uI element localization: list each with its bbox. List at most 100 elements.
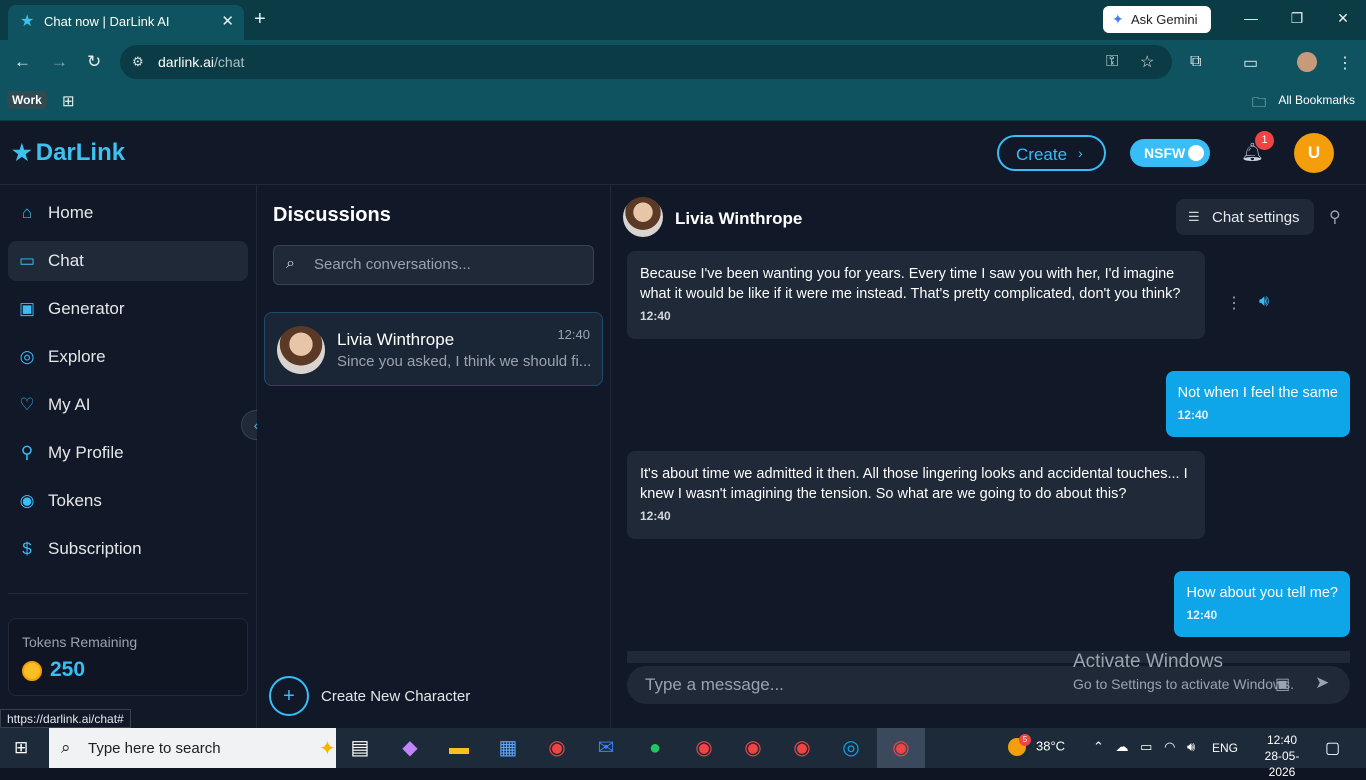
sidebar-item-my-profile[interactable]: ⚲ My Profile	[8, 433, 248, 473]
close-tab-icon[interactable]: ✕	[221, 12, 234, 30]
taskbar-clock[interactable]: 12:40 28-05-2026	[1252, 732, 1312, 780]
sidebar-item-subscription[interactable]: $ Subscription	[8, 529, 248, 569]
send-icon[interactable]: ➤	[1315, 673, 1329, 693]
task-view-icon[interactable]: ▤	[345, 734, 375, 762]
message-bubble-user: How about you tell me? 12:40	[1174, 571, 1350, 637]
wifi-icon[interactable]: ◠	[1164, 739, 1175, 754]
sidebar-item-tokens[interactable]: ◉ Tokens	[8, 481, 248, 521]
windows-taskbar: ⊞ ⌕ Type here to search ✦ ▤ ◆ ▬ ▦ ◉ ✉ ● …	[0, 728, 1366, 779]
taskbar-search-label: Type here to search	[88, 740, 221, 757]
compass-icon: ◎	[19, 347, 35, 366]
ask-gemini-button[interactable]: ✦ Ask Gemini	[1103, 6, 1211, 33]
browser-tab[interactable]: ★ Chat now | DarLink AI ✕	[8, 5, 244, 40]
message-bubble-ai: Because I've been wanting you for years.…	[627, 251, 1205, 339]
reload-icon[interactable]: ↻	[87, 53, 101, 71]
chat-settings-label: Chat settings	[1212, 209, 1300, 226]
darlink-logo[interactable]: ★ DarLink	[12, 139, 125, 167]
chevron-up-icon[interactable]: ⌃	[1093, 739, 1104, 754]
sidebar-item-chat[interactable]: ▭ Chat	[8, 241, 248, 281]
back-icon[interactable]: ←	[14, 53, 31, 71]
nsfw-label: NSFW	[1144, 145, 1186, 161]
bookmarks-bar: Work ⊞ 🗀 All Bookmarks	[0, 85, 1366, 121]
browser-tab-bar: ★ Chat now | DarLink AI ✕ + ✦ Ask Gemini…	[0, 0, 1366, 40]
sidebar-item-label: My Profile	[48, 443, 124, 462]
minimize-window-icon[interactable]: —	[1241, 10, 1261, 26]
folder-icon: 🗀	[1252, 94, 1266, 110]
activate-windows-watermark: Activate Windows Go to Settings to activ…	[1073, 651, 1294, 692]
message-text: It's about time we admitted it then. All…	[640, 466, 1188, 502]
address-bar[interactable]: ⚙ darlink.ai/chat ⚿ ☆	[120, 45, 1172, 79]
create-new-character-button[interactable]: + Create New Character	[269, 676, 569, 716]
sidebar-item-label: Subscription	[48, 539, 142, 558]
character-avatar	[277, 326, 325, 374]
weather-widget[interactable]: 38°C	[1008, 738, 1065, 756]
create-button[interactable]: Create ›	[997, 135, 1106, 171]
all-bookmarks-link[interactable]: All Bookmarks	[1278, 93, 1355, 107]
sidebar-item-label: My AI	[48, 395, 91, 414]
taskbar-search[interactable]: ⌕ Type here to search ✦	[49, 728, 336, 768]
copilot-icon[interactable]: ◆	[395, 734, 425, 762]
network-icon[interactable]: ☁	[1116, 739, 1129, 754]
extensions-icon[interactable]: ⧉	[1190, 53, 1201, 71]
forward-icon[interactable]: →	[51, 53, 68, 71]
sidebar-item-home[interactable]: ⌂ Home	[8, 193, 248, 233]
language-indicator[interactable]: ENG	[1212, 741, 1238, 755]
sidebar-item-explore[interactable]: ◎ Explore	[8, 337, 248, 377]
microsoft-store-icon[interactable]: ▦	[493, 734, 523, 762]
chat-settings-button[interactable]: ☰ Chat settings	[1176, 199, 1314, 235]
darlink-favicon-icon: ★	[20, 13, 35, 30]
message-more-icon[interactable]: ⋮	[1226, 293, 1242, 313]
app-header: ★ DarLink Create › NSFW 🔔︎ 1 U	[0, 121, 1366, 185]
weather-badge: 5	[1019, 734, 1031, 746]
message-time: 12:40	[1186, 608, 1218, 622]
media-cast-icon[interactable]: ▭	[1243, 53, 1258, 73]
search-conversations[interactable]: ⌕	[273, 245, 594, 285]
browser-menu-icon[interactable]: ⋮	[1337, 53, 1353, 73]
create-label: Create	[1016, 145, 1068, 164]
character-profile-icon[interactable]: ⚲	[1329, 207, 1341, 227]
edge-icon[interactable]: ◎	[836, 734, 866, 762]
chrome-profile-icon[interactable]: ◉	[689, 734, 719, 762]
file-explorer-icon[interactable]: ▬	[444, 734, 474, 762]
sidebar-divider	[8, 593, 248, 594]
new-tab-button[interactable]: +	[254, 8, 266, 30]
tokens-remaining-card: Tokens Remaining 250	[8, 618, 248, 696]
tab-groups-icon[interactable]: ⊞	[62, 92, 75, 110]
chrome-profile-icon[interactable]: ◉	[738, 734, 768, 762]
discussions-panel: Discussions ⌕ Livia Winthrope 12:40 Sinc…	[257, 185, 611, 728]
chrome-icon[interactable]: ◉	[542, 734, 572, 762]
character-avatar[interactable]	[623, 197, 663, 237]
user-avatar[interactable]: U	[1294, 133, 1334, 173]
site-info-icon[interactable]: ⚙	[132, 54, 144, 70]
user-icon: ⚲	[20, 443, 34, 462]
nsfw-toggle[interactable]: NSFW	[1130, 139, 1210, 167]
heart-icon: ♡	[19, 395, 35, 414]
restore-window-icon[interactable]: ❐	[1287, 10, 1307, 27]
sidebar-item-my-ai[interactable]: ♡ My AI	[8, 385, 248, 425]
speaker-icon[interactable]: 🔊︎	[1259, 293, 1269, 311]
notification-center-icon[interactable]: ▢	[1325, 738, 1340, 758]
windows-start-icon[interactable]: ⊞	[14, 738, 28, 758]
profile-avatar[interactable]	[1297, 52, 1317, 72]
discussions-title: Discussions	[273, 204, 391, 226]
chrome-profile-icon[interactable]: ◉	[787, 734, 817, 762]
weather-temp: 38°C	[1036, 738, 1066, 754]
search-input[interactable]	[314, 256, 584, 273]
watermark-subtitle: Go to Settings to activate Windows.	[1073, 676, 1294, 692]
spotify-icon[interactable]: ●	[640, 734, 670, 762]
outlook-icon[interactable]: ✉	[591, 734, 621, 762]
close-window-icon[interactable]: ✕	[1333, 10, 1353, 27]
work-profile-chip[interactable]: Work	[7, 91, 47, 109]
gemini-icon: ✦	[1112, 11, 1124, 27]
notification-badge: 1	[1255, 131, 1274, 150]
chrome-active-icon[interactable]: ◉	[877, 728, 925, 768]
sidebar-item-label: Tokens	[48, 491, 102, 510]
browser-toolbar: ← → ↻ ⚙ darlink.ai/chat ⚿ ☆ ⧉ ▭ ⋮	[0, 40, 1366, 85]
bookmark-star-icon[interactable]: ☆	[1140, 52, 1154, 72]
volume-icon[interactable]: 🔊︎	[1187, 739, 1195, 754]
conversation-item[interactable]: Livia Winthrope 12:40 Since you asked, I…	[264, 312, 603, 386]
battery-icon[interactable]: ▭	[1140, 739, 1152, 754]
password-key-icon[interactable]: ⚿	[1106, 53, 1118, 71]
sidebar-item-generator[interactable]: ▣ Generator	[8, 289, 248, 329]
chevron-right-icon: ›	[1078, 145, 1083, 161]
